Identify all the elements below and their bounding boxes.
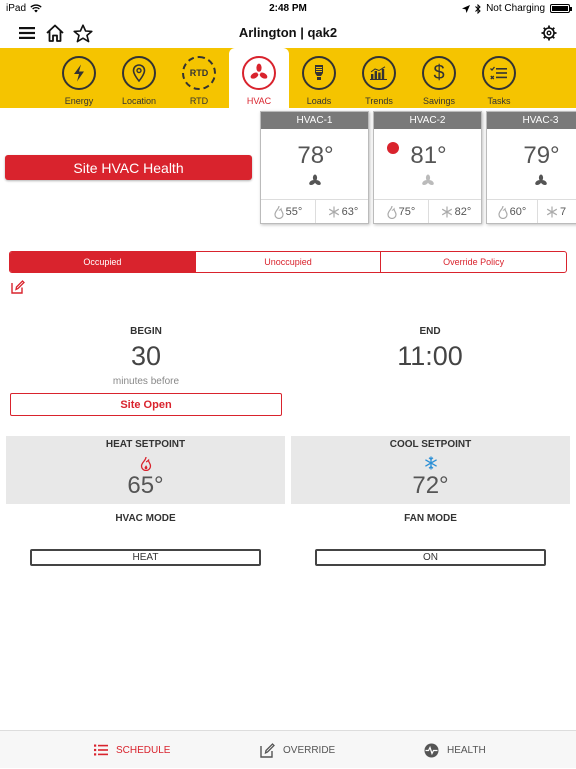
snowflake-icon (328, 206, 339, 217)
hvac-card[interactable]: HVAC-3 79° 60° 7 (486, 111, 576, 224)
location-arrow-icon (462, 4, 471, 13)
tab-label: Loads (306, 96, 332, 106)
location-pin-icon (122, 56, 156, 90)
hvac-card-cool: 82° (454, 205, 472, 218)
hvac-card-cool: 7 (560, 205, 567, 218)
begin-label: BEGIN (130, 326, 162, 337)
hvac-card-name: HVAC-3 (487, 112, 576, 129)
tab-trends[interactable]: Trends (349, 48, 409, 108)
tab-label: HVAC (246, 96, 272, 106)
fan-icon (535, 174, 547, 186)
segment-occupied[interactable]: Occupied (10, 252, 195, 272)
cool-setpoint-box[interactable]: COOL SETPOINT 72° (291, 436, 570, 504)
list-icon (94, 744, 108, 756)
flame-icon (274, 205, 284, 219)
battery-icon (550, 4, 572, 13)
heat-setpoint-label: HEAT SETPOINT (105, 439, 186, 450)
fan-icon (309, 174, 321, 186)
end-value[interactable]: 11:00 (294, 341, 566, 372)
tab-label: Location (121, 96, 157, 106)
checklist-icon (482, 56, 516, 90)
hvac-card-heat: 55° (285, 205, 303, 218)
flame-icon (387, 205, 397, 219)
pulse-icon (424, 743, 439, 757)
hvac-mode-label: HVAC MODE (115, 513, 176, 524)
hvac-card[interactable]: HVAC-1 78° 55° 63° (260, 111, 369, 224)
bluetooth-icon (475, 3, 481, 14)
tab-schedule-label: SCHEDULE (116, 744, 171, 756)
lightning-icon (62, 56, 96, 90)
section-tab-bar: Energy Location RTD RTD HVAC Loads Trend… (0, 48, 576, 108)
fan-icon (242, 56, 276, 90)
tab-savings[interactable]: $ Savings (409, 48, 469, 108)
tab-rtd[interactable]: RTD RTD (169, 48, 229, 108)
tab-health-label: HEALTH (447, 744, 486, 756)
hvac-card-heat: 60° (509, 205, 527, 218)
occupancy-segmented-control: Occupied Unoccupied Override Policy (9, 251, 567, 273)
site-open-button[interactable]: Site Open (10, 393, 282, 416)
hvac-card-name: HVAC-1 (261, 112, 368, 129)
tab-label: Energy (64, 96, 94, 106)
end-label: END (419, 326, 441, 337)
edit-icon[interactable] (11, 280, 25, 294)
tab-tasks[interactable]: Tasks (469, 48, 529, 108)
heat-setpoint-value: 65° (127, 472, 164, 499)
tab-label: RTD (189, 96, 209, 106)
tab-override-label: OVERRIDE (283, 744, 336, 756)
hvac-card-cool: 63° (341, 205, 359, 218)
cool-setpoint-label: COOL SETPOINT (389, 439, 472, 450)
tab-loads[interactable]: Loads (289, 48, 349, 108)
fan-mode-select[interactable]: ON (315, 549, 546, 566)
hvac-card-heat: 75° (398, 205, 416, 218)
fan-mode-label: FAN MODE (404, 513, 457, 524)
edit-icon (260, 742, 275, 758)
hvac-card-temp: 81° (410, 142, 447, 169)
segment-override-policy[interactable]: Override Policy (380, 252, 566, 272)
hvac-mode-select[interactable]: HEAT (30, 549, 261, 566)
snowflake-icon (441, 206, 452, 217)
tab-override[interactable]: OVERRIDE (260, 731, 335, 769)
charging-status: Not Charging (486, 3, 545, 14)
status-bar: iPad 2:48 PM Not Charging (0, 0, 576, 18)
settings-gear-icon[interactable] (538, 22, 560, 44)
cool-setpoint-value: 72° (412, 472, 449, 499)
dollar-icon: $ (422, 56, 456, 90)
nav-bar: Arlington | qak2 (0, 18, 576, 48)
tab-label: Savings (422, 96, 456, 106)
tab-label: Trends (365, 96, 393, 106)
hvac-card-temp: 78° (297, 142, 334, 169)
hvac-card-temp: 79° (523, 142, 560, 169)
segment-unoccupied[interactable]: Unoccupied (194, 252, 381, 272)
bottom-tab-bar: SCHEDULE OVERRIDE HEALTH (0, 730, 576, 768)
begin-subtext: minutes before (112, 376, 180, 387)
tab-hvac[interactable]: HVAC (229, 48, 289, 108)
heat-setpoint-box[interactable]: HEAT SETPOINT 65° (6, 436, 285, 504)
tab-health[interactable]: HEALTH (424, 731, 486, 769)
bar-chart-icon (362, 56, 396, 90)
page-title: Arlington | qak2 (238, 25, 338, 40)
flame-icon (498, 205, 508, 219)
tab-schedule[interactable]: SCHEDULE (94, 731, 170, 769)
tab-label: Tasks (487, 96, 511, 106)
tab-energy[interactable]: Energy (49, 48, 109, 108)
rtd-icon: RTD (182, 56, 216, 90)
fan-icon (422, 174, 434, 186)
tab-location[interactable]: Location (109, 48, 169, 108)
hvac-card-name: HVAC-2 (374, 112, 481, 129)
hvac-card[interactable]: HVAC-2 81° 75° 82° (373, 111, 482, 224)
begin-value[interactable]: 30 (10, 341, 282, 372)
snowflake-icon (546, 206, 558, 217)
site-hvac-health-button[interactable]: Site HVAC Health (5, 155, 252, 180)
bulb-icon (302, 56, 336, 90)
